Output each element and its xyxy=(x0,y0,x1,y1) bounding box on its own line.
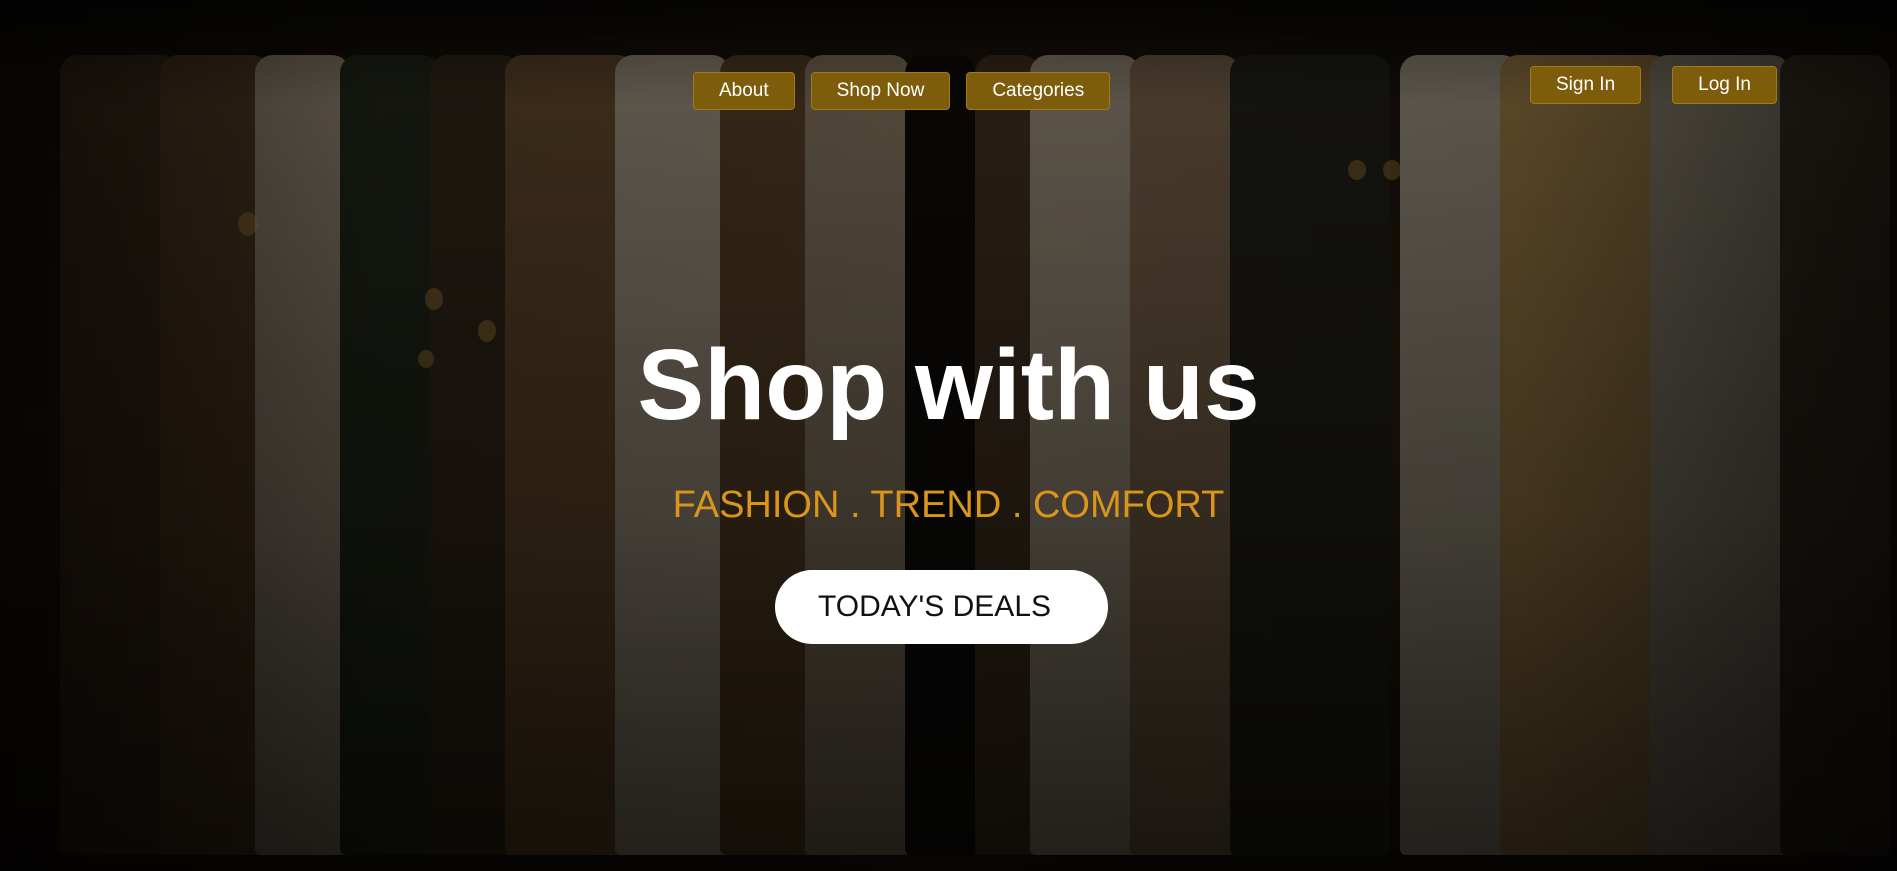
hero-tagline: FASHION . TREND . COMFORT xyxy=(672,484,1225,526)
hero-title: Shop with us xyxy=(637,329,1260,441)
sign-in-button[interactable]: Sign In xyxy=(1530,66,1642,104)
hero-section: About Shop Now Categories Sign In Log In… xyxy=(0,0,1897,871)
nav-about-button[interactable]: About xyxy=(693,72,795,110)
todays-deals-button[interactable]: TODAY'S DEALS xyxy=(775,570,1108,644)
main-nav: About Shop Now Categories xyxy=(693,72,1111,110)
nav-categories-button[interactable]: Categories xyxy=(966,72,1111,110)
auth-buttons: Sign In Log In xyxy=(1530,66,1777,104)
nav-shop-now-button[interactable]: Shop Now xyxy=(810,72,951,110)
log-in-button[interactable]: Log In xyxy=(1672,66,1777,104)
